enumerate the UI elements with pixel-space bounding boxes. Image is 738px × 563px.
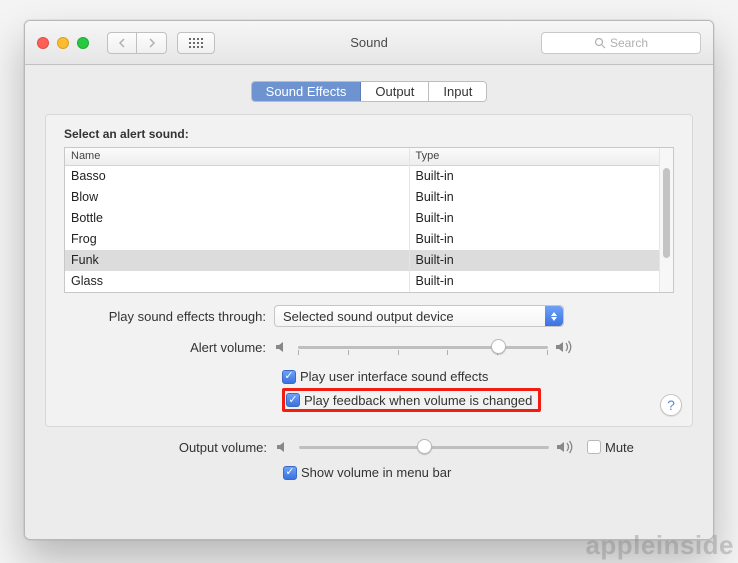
help-button[interactable]: ?: [660, 394, 682, 416]
output-volume-slider[interactable]: [299, 437, 549, 457]
table-row[interactable]: Frog: [65, 229, 409, 250]
slider-knob[interactable]: [417, 439, 432, 454]
tab-sound-effects[interactable]: Sound Effects: [252, 82, 362, 101]
table-cell: Built-in: [410, 250, 659, 271]
table-cell: Built-in: [410, 187, 659, 208]
column-header-name[interactable]: Name: [65, 148, 409, 166]
grid-icon: [189, 38, 203, 48]
menubar-label: Show volume in menu bar: [301, 465, 451, 480]
speaker-high-icon: [554, 339, 576, 355]
speaker-low-icon: [275, 439, 293, 455]
highlight-annotation: ✓ Play feedback when volume is changed: [282, 388, 541, 412]
output-volume-label: Output volume:: [65, 440, 275, 455]
traffic-lights: [37, 37, 89, 49]
search-icon: [594, 37, 606, 49]
checkbox-checked-icon: ✓: [282, 370, 296, 384]
back-button[interactable]: [107, 32, 137, 54]
speaker-high-icon: [555, 439, 577, 455]
preferences-window: Sound Search Sound Effects Output Input …: [24, 20, 714, 540]
titlebar: Sound Search: [25, 21, 713, 65]
speaker-low-icon: [274, 339, 292, 355]
play-through-select[interactable]: Selected sound output device: [274, 305, 564, 327]
mute-checkbox[interactable]: [587, 440, 601, 454]
slider-knob[interactable]: [491, 339, 506, 354]
play-through-value: Selected sound output device: [283, 309, 454, 324]
alert-volume-label: Alert volume:: [64, 340, 274, 355]
feedback-label: Play feedback when volume is changed: [304, 393, 532, 408]
table-cell: Built-in: [410, 271, 659, 292]
alert-sound-label: Select an alert sound:: [64, 127, 674, 141]
sound-effects-panel: Select an alert sound: Name Basso Blow B…: [45, 114, 693, 427]
chevron-right-icon: [148, 38, 156, 48]
search-placeholder: Search: [610, 36, 648, 50]
forward-button[interactable]: [137, 32, 167, 54]
table-cell: Built-in: [410, 229, 659, 250]
close-button[interactable]: [37, 37, 49, 49]
ui-sounds-checkbox-row[interactable]: ✓ Play user interface sound effects: [282, 367, 674, 386]
menubar-checkbox-row[interactable]: ✓ Show volume in menu bar: [283, 463, 673, 482]
checkbox-checked-icon: ✓: [283, 466, 297, 480]
ui-sounds-label: Play user interface sound effects: [300, 369, 488, 384]
alert-sound-table[interactable]: Name Basso Blow Bottle Frog Funk Glass: [64, 147, 674, 293]
tab-bar: Sound Effects Output Input: [45, 81, 693, 102]
zoom-button[interactable]: [77, 37, 89, 49]
table-row[interactable]: Bottle: [65, 208, 409, 229]
checkbox-checked-icon: ✓: [286, 393, 300, 407]
scrollbar[interactable]: [659, 148, 673, 292]
select-arrows-icon: [545, 306, 563, 326]
show-all-button[interactable]: [177, 32, 215, 54]
column-header-type[interactable]: Type: [410, 148, 659, 166]
table-cell: Built-in: [410, 166, 659, 187]
scroll-thumb[interactable]: [663, 168, 670, 258]
tab-input[interactable]: Input: [429, 82, 486, 101]
nav-back-forward: [107, 32, 167, 54]
table-row[interactable]: Blow: [65, 187, 409, 208]
search-field[interactable]: Search: [541, 32, 701, 54]
minimize-button[interactable]: [57, 37, 69, 49]
table-row[interactable]: Funk: [65, 250, 409, 271]
chevron-left-icon: [118, 38, 126, 48]
mute-label: Mute: [605, 440, 634, 455]
alert-volume-slider[interactable]: [298, 337, 548, 357]
table-row[interactable]: Glass: [65, 271, 409, 292]
play-through-label: Play sound effects through:: [64, 309, 274, 324]
feedback-checkbox-row[interactable]: Play feedback when volume is changed: [304, 393, 532, 408]
tab-output[interactable]: Output: [361, 82, 429, 101]
table-cell: Built-in: [410, 208, 659, 229]
table-row[interactable]: Basso: [65, 166, 409, 187]
window-body: Sound Effects Output Input Select an ale…: [25, 65, 713, 492]
